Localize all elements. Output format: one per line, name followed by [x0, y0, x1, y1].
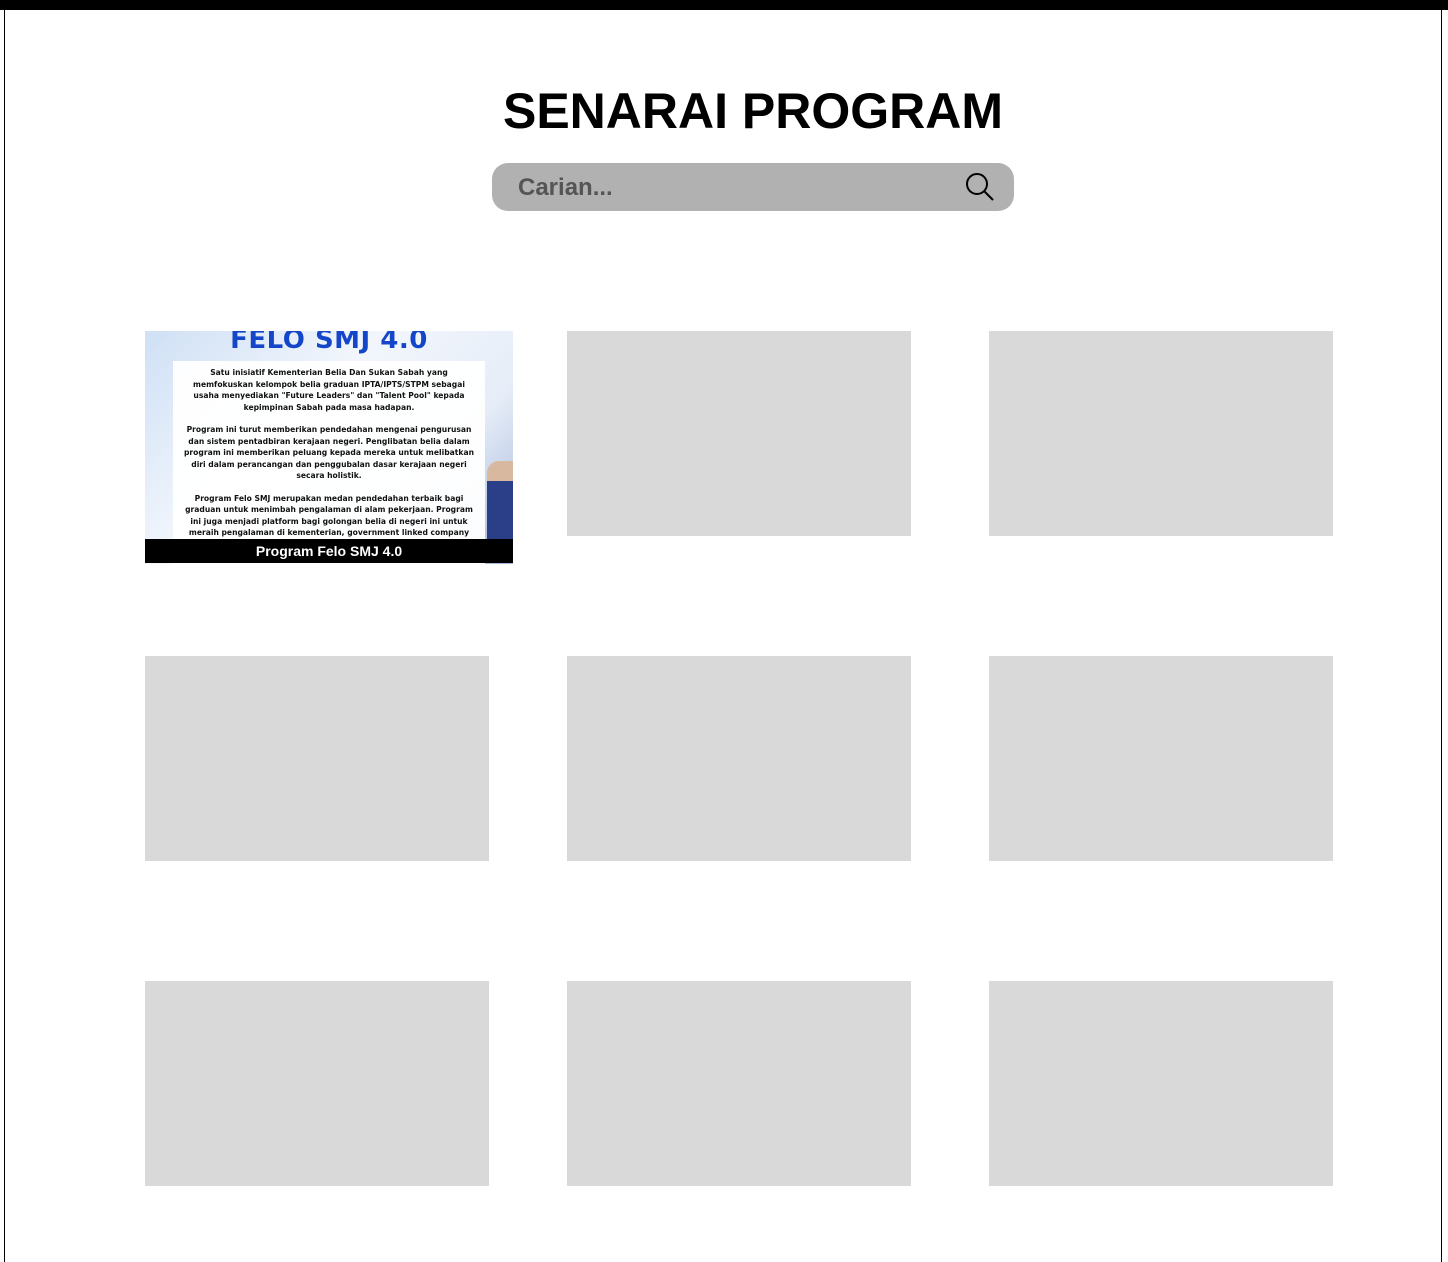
search-bar — [492, 163, 1014, 213]
poster-heading: FELO SMJ 4.0 — [230, 331, 428, 355]
poster-text: Satu inisiatif Kementerian Belia Dan Suk… — [173, 361, 485, 564]
program-card-placeholder[interactable] — [567, 331, 911, 536]
program-card-placeholder[interactable] — [989, 981, 1333, 1186]
program-card-placeholder[interactable] — [567, 981, 911, 1186]
program-card[interactable]: FELO SMJ 4.0 Satu inisiatif Kementerian … — [145, 331, 513, 564]
poster-paragraph: Program ini turut memberikan pendedahan … — [184, 425, 474, 480]
program-caption: Program Felo SMJ 4.0 — [145, 539, 513, 563]
poster-paragraph: Satu inisiatif Kementerian Belia Dan Suk… — [193, 368, 465, 412]
page-title: SENARAI PROGRAM — [502, 83, 1004, 139]
search-input[interactable] — [516, 163, 940, 213]
top-bar — [0, 0, 1448, 10]
program-card-placeholder[interactable] — [989, 331, 1333, 536]
program-card-placeholder[interactable] — [567, 656, 911, 861]
program-card-placeholder[interactable] — [145, 656, 489, 861]
search-icon[interactable] — [964, 171, 996, 203]
program-card-placeholder[interactable] — [145, 981, 489, 1186]
poster-person-image — [487, 461, 513, 541]
program-card-placeholder[interactable] — [989, 656, 1333, 861]
